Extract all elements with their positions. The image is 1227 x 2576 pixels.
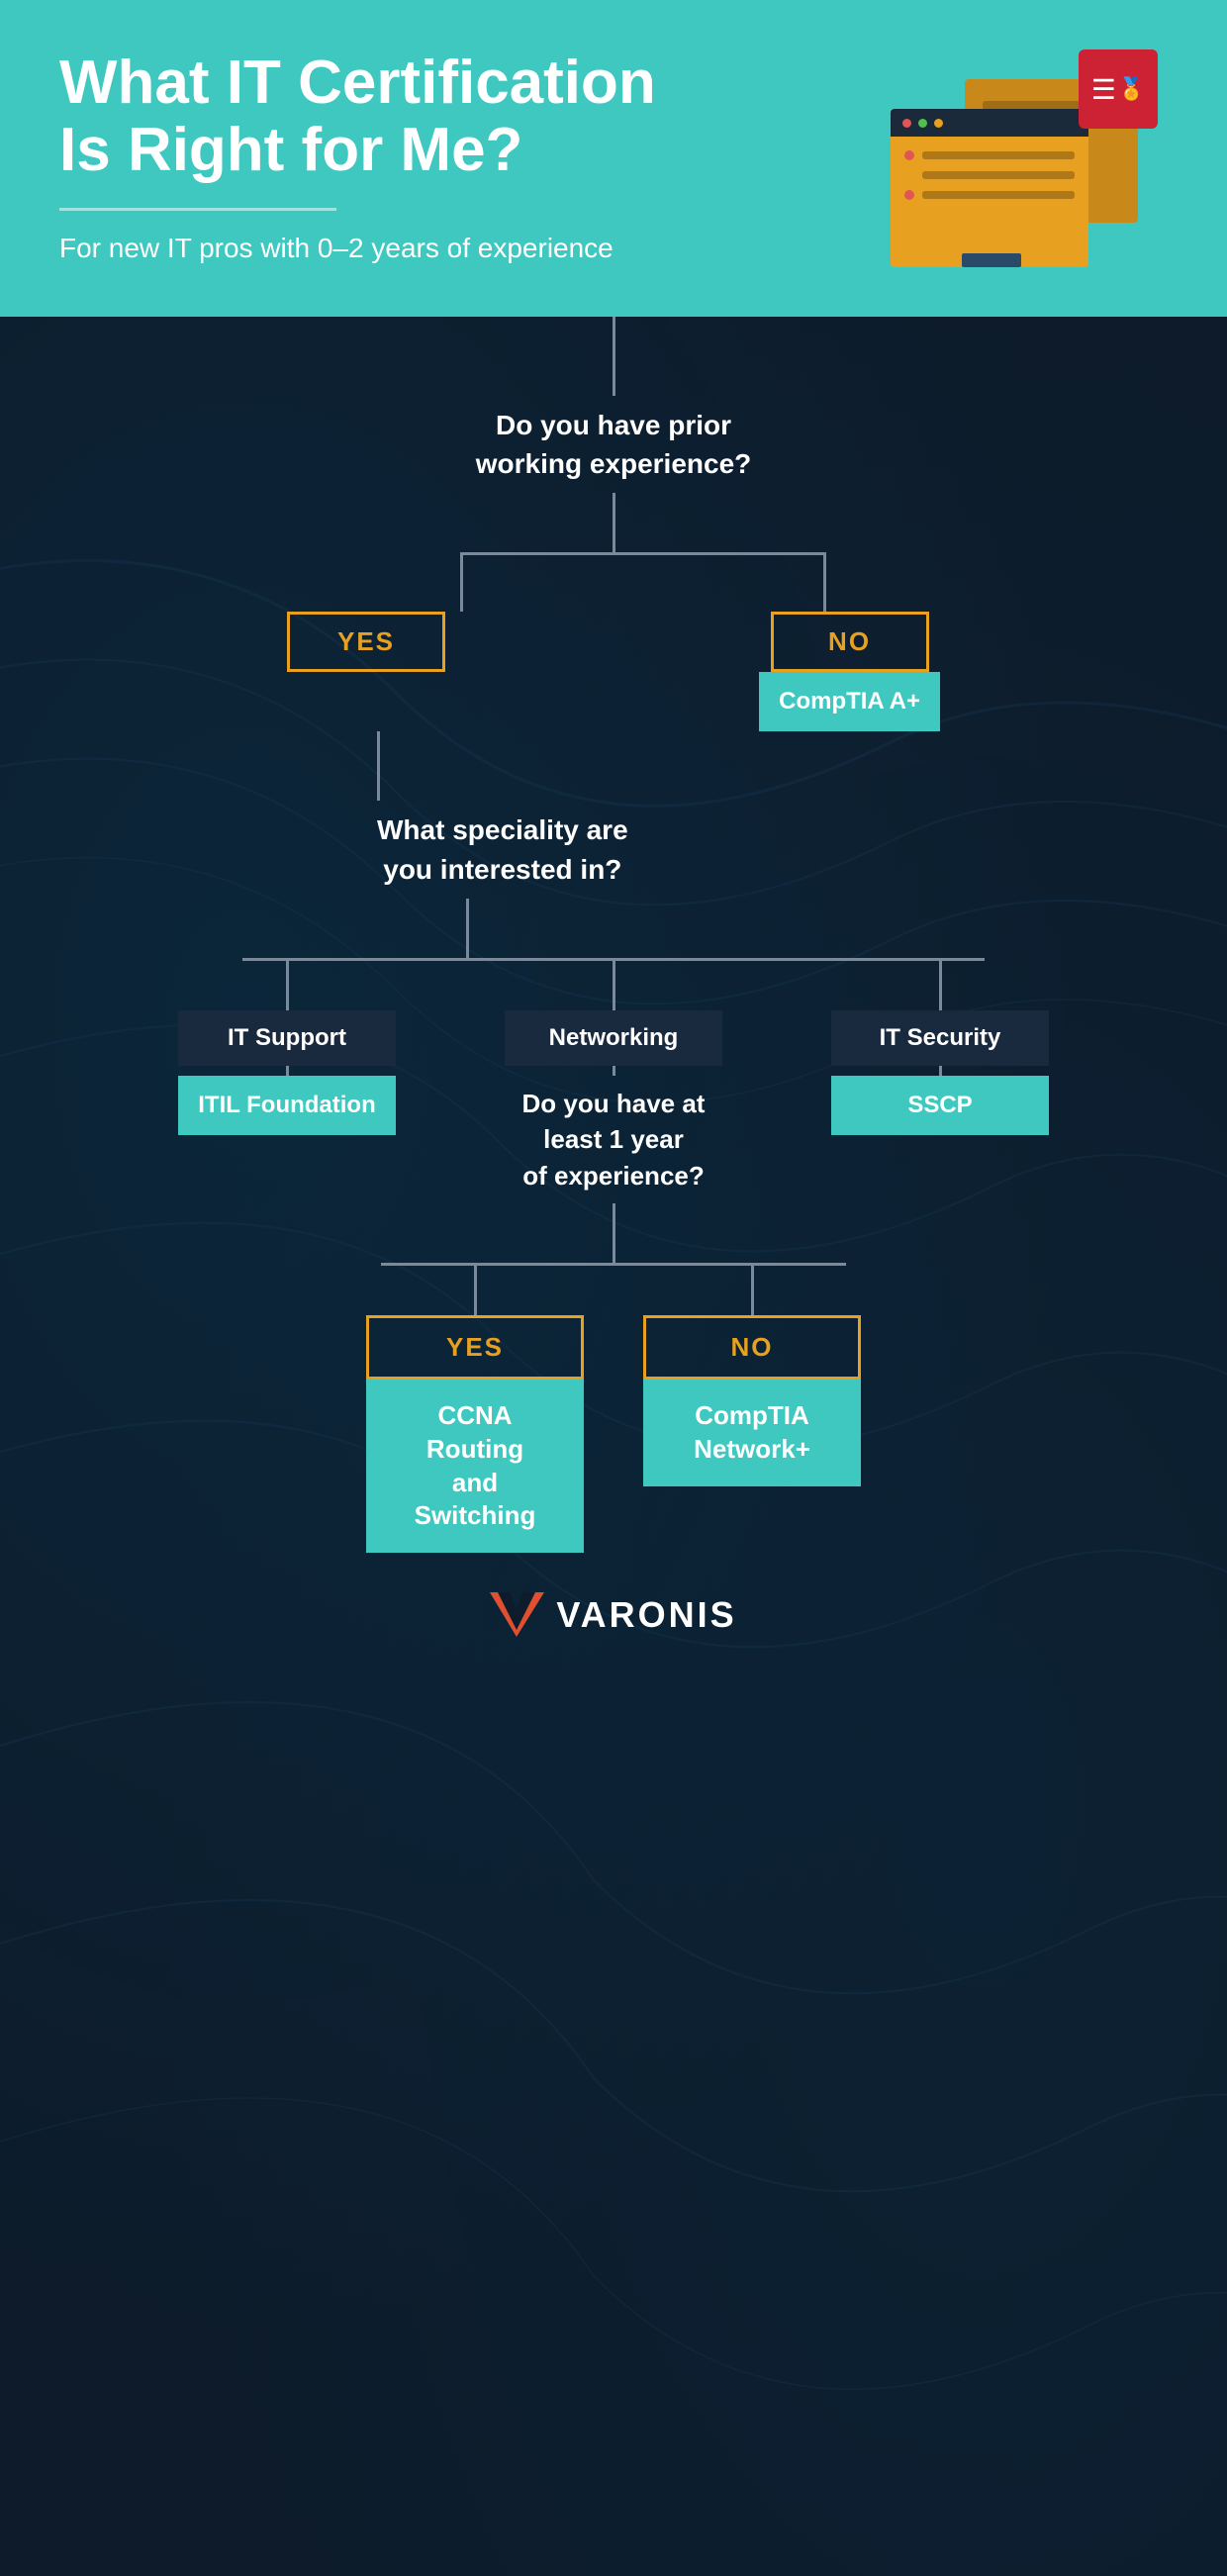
yes-no-row: YES NO CompTIA A+ [287, 612, 940, 731]
question-3-text: Do you have atleast 1 yearof experience? [522, 1086, 706, 1193]
comptia-a-plus-box: CompTIA A+ [759, 672, 940, 731]
networking-yes-no: YES CCNA Routingand Switching NO [366, 1266, 861, 1553]
networking-yes: YES CCNA Routingand Switching [366, 1266, 584, 1553]
connector-line-2 [613, 493, 615, 552]
comptia-network-box: CompTIANetwork+ [643, 1380, 861, 1486]
connector-line-1 [613, 317, 615, 396]
sscp-box: SSCP [831, 1076, 1049, 1135]
it-support-text: IT Support [198, 1024, 376, 1052]
ccna-box: CCNA Routingand Switching [366, 1380, 584, 1553]
three-way-horizontal [168, 958, 1059, 961]
question-1: Do you have priorworking experience? [456, 396, 772, 493]
question-3: Do you have atleast 1 yearof experience? [522, 1076, 706, 1203]
header-divider [59, 208, 336, 211]
header-text: What IT Certification Is Right for Me? F… [59, 49, 891, 267]
yes-box: YES [287, 612, 445, 672]
networking-branch: Networking Do you have atleast 1 yearof … [495, 961, 732, 1553]
branch-yes-no [287, 552, 940, 612]
no-label-1: NO [809, 626, 891, 657]
varonis-text-label: VARONIS [556, 1594, 736, 1636]
varonis-logo: VARONIS [490, 1553, 736, 1696]
question-1-text: Do you have priorworking experience? [476, 406, 752, 483]
sscp-text: SSCP [851, 1092, 1029, 1119]
connector-no-down [823, 552, 826, 612]
yes-label: YES [326, 626, 407, 657]
it-support-branch: IT Support ITIL Foundation [168, 961, 406, 1135]
networking-no-label: NO [682, 1332, 822, 1363]
no-box-1: NO [771, 612, 929, 672]
it-support-category: IT Support [178, 1010, 396, 1066]
q2-down-line [287, 899, 940, 958]
flowchart: Do you have priorworking experience? [0, 317, 1227, 1696]
certificate-illustration: ☰ 🏅 [891, 49, 1168, 267]
no-branch-1: NO CompTIA A+ [759, 612, 940, 731]
it-security-branch: IT Security SSCP [821, 961, 1059, 1135]
networking-text: Networking [524, 1024, 703, 1052]
networking-category: Networking [505, 1010, 722, 1066]
it-security-category: IT Security [831, 1010, 1049, 1066]
ccna-text: CCNA Routingand Switching [390, 1399, 560, 1533]
varonis-v-icon [490, 1592, 544, 1637]
itil-foundation-box: ITIL Foundation [178, 1076, 396, 1135]
header-subtitle: For new IT pros with 0–2 years of experi… [59, 231, 891, 266]
header-banner: What IT Certification Is Right for Me? F… [0, 0, 1227, 317]
networking-yes-label: YES [405, 1332, 545, 1363]
networking-h-branch [366, 1263, 861, 1266]
networking-yes-box: YES [366, 1315, 584, 1380]
three-branch-row: IT Support ITIL Foundation Networking Do… [168, 961, 1059, 1553]
itil-foundation-text: ITIL Foundation [198, 1092, 376, 1119]
it-security-text: IT Security [851, 1024, 1029, 1052]
question-2-wrapper: What speciality areyou interested in? [287, 801, 940, 898]
networking-no-box: NO [643, 1315, 861, 1380]
question-2: What speciality areyou interested in? [377, 801, 648, 898]
comptia-a-plus-text: CompTIA A+ [779, 688, 920, 716]
yes-to-q2-line [287, 731, 940, 801]
networking-no: NO CompTIANetwork+ [643, 1266, 861, 1553]
question-2-text: What speciality areyou interested in? [377, 811, 628, 888]
comptia-network-text: CompTIANetwork+ [667, 1399, 837, 1467]
yes-branch: YES [287, 612, 445, 672]
header-title: What IT Certification Is Right for Me? [59, 49, 891, 184]
connector-yes-down [460, 552, 463, 612]
